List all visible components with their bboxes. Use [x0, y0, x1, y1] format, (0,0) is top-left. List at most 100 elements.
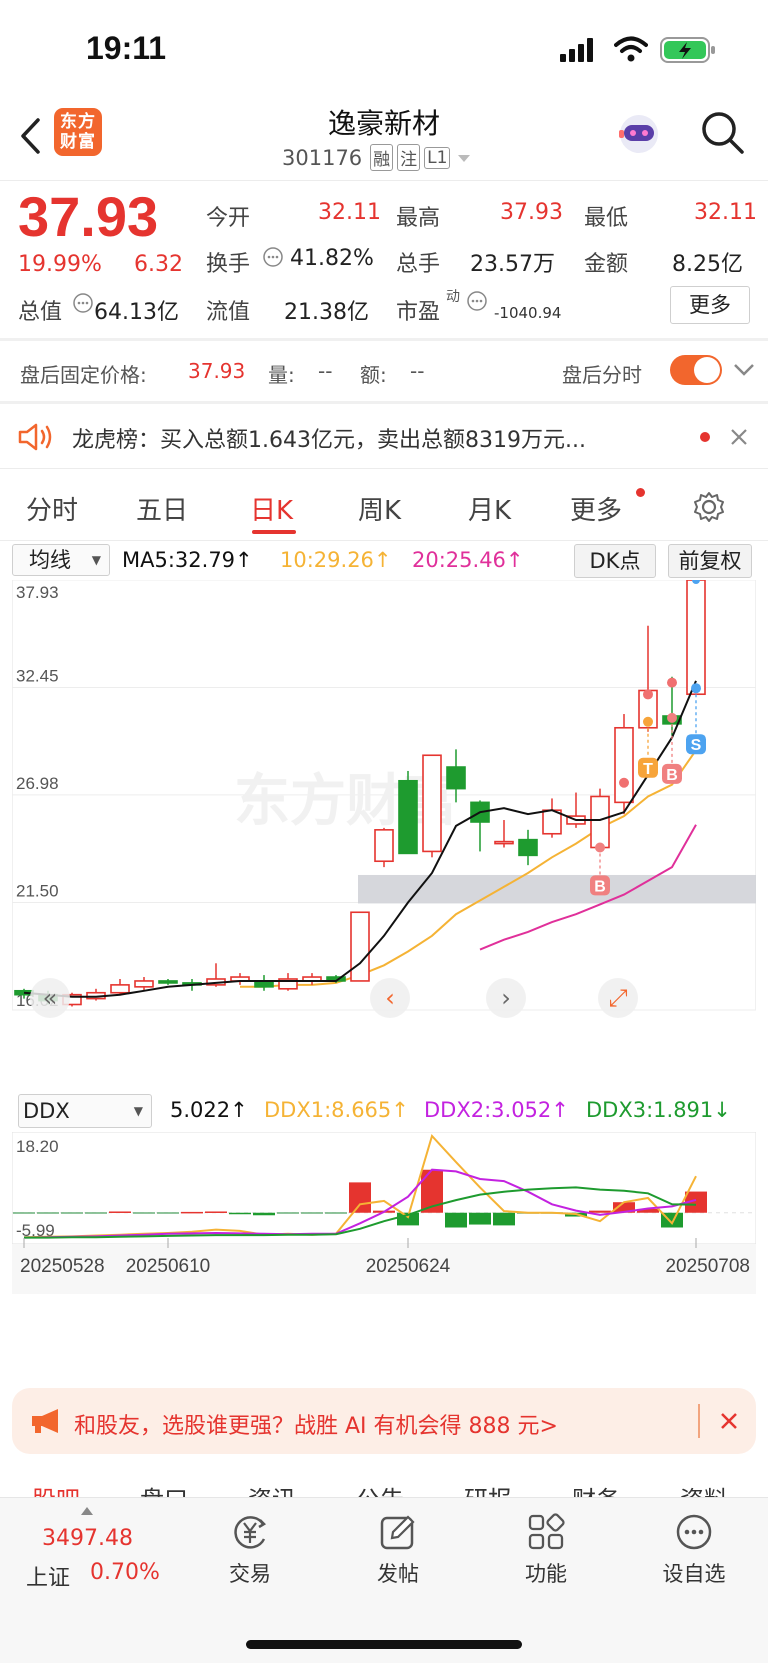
ddx-bar — [37, 1212, 59, 1214]
low-value: 32.11 — [694, 200, 757, 225]
after-hours-volume-label: 量: — [268, 363, 295, 387]
candle — [686, 580, 706, 696]
volume-label: 总手 — [396, 252, 441, 277]
candle-body — [686, 580, 706, 696]
signal-dot — [667, 712, 677, 723]
ddx-chart[interactable]: 18.20-5.9920250528 20250610 20250624 202507… — [12, 1132, 756, 1372]
mktcap-value: 64.13亿 — [94, 300, 179, 325]
ma5-label: MA5:32.79↑ — [122, 548, 253, 572]
nav-post[interactable]: 发帖 — [338, 1512, 458, 1588]
period-tabs: 分时 五日 日K 周K 月K 更多 — [0, 470, 768, 540]
home-indicator — [246, 1640, 522, 1649]
dk-point-button[interactable]: DK点 — [574, 544, 656, 578]
kline-chart[interactable]: 37.9332.4526.9821.5016.02东方财富BTBS«‹›⤢ — [12, 580, 756, 1090]
subtab-guba[interactable]: 股吧 — [32, 1480, 80, 1498]
stock-code-row[interactable]: 301176 融 注 L1 — [282, 144, 474, 171]
ddx-bar — [301, 1212, 323, 1214]
after-hours-row: 盘后固定价格: 37.93 量: -- 额: -- 盘后分时 — [0, 341, 768, 401]
signal-label: B — [666, 767, 678, 784]
wifi-icon — [614, 36, 648, 62]
ddx-bar — [589, 1210, 611, 1213]
subtab-announcements[interactable]: 公告 — [356, 1480, 404, 1498]
info-dots-icon[interactable] — [262, 246, 284, 268]
index-percent: 0.70% — [90, 1560, 160, 1585]
amount-label: 金额 — [584, 252, 629, 277]
candle-body — [494, 840, 514, 845]
after-hours-toggle[interactable] — [670, 355, 722, 385]
candle-body — [614, 726, 634, 804]
info-dots-icon[interactable] — [466, 290, 488, 312]
after-hours-label: 盘后固定价格: — [20, 363, 147, 387]
ddx-bar — [325, 1212, 347, 1214]
battery-charging-icon — [660, 37, 715, 63]
search-icon[interactable] — [700, 110, 746, 156]
low-label: 最低 — [584, 206, 629, 231]
tab-more[interactable]: 更多 — [570, 490, 622, 527]
adjust-button[interactable]: 前复权 — [668, 544, 752, 578]
notice-text: 龙虎榜：买入总额1.643亿元，卖出总额8319万元... — [72, 428, 586, 453]
tab-weekly-k[interactable]: 周K — [358, 490, 401, 527]
ddx-bar — [61, 1212, 83, 1214]
close-icon[interactable] — [720, 1412, 738, 1430]
active-tab-indicator — [252, 530, 296, 534]
candle-body — [398, 779, 418, 855]
last-price: 37.93 — [18, 185, 159, 248]
pe-dynamic-mark: 动 — [446, 289, 460, 305]
status-time: 19:11 — [86, 30, 167, 66]
subtab-orderbook[interactable]: 盘口 — [140, 1480, 188, 1498]
scroll-left-control[interactable]: ‹ — [370, 978, 410, 1018]
speaker-icon — [18, 423, 52, 451]
ddx-bar — [253, 1212, 275, 1216]
nav-trade[interactable]: 交易 — [190, 1512, 310, 1588]
index-widget[interactable]: 3497.48 上证 0.70% — [0, 1498, 176, 1608]
signal-dot — [619, 777, 629, 788]
ddx-legend-bar: DDX ▼ 5.022↑ DDX1:8.665↑ DDX2:3.052↑ DDX3… — [0, 1092, 768, 1132]
high-value: 37.93 — [500, 200, 563, 225]
tab-five-day[interactable]: 五日 — [136, 490, 188, 527]
expand-control[interactable]: ⤢ — [598, 978, 638, 1018]
subtab-finance[interactable]: 财务 — [572, 1480, 620, 1498]
stock-header: 东方财富 逸豪新材 301176 融 注 L1 — [0, 100, 768, 180]
chevron-down-icon[interactable] — [732, 361, 756, 379]
pe-value: -1040.94 — [494, 304, 562, 322]
promo-banner[interactable]: 和股友，选股谁更强？战胜 AI 有机会得 888 元> — [12, 1388, 756, 1454]
indicator-select[interactable]: 均线 ▼ — [12, 544, 110, 576]
candle — [398, 770, 418, 855]
ddx-value: 5.022↑ — [170, 1098, 248, 1122]
more-button[interactable]: 更多 — [670, 286, 750, 324]
nav-add-watchlist[interactable]: 设自选 — [634, 1512, 754, 1588]
dragon-tiger-notice[interactable]: 龙虎榜：买入总额1.643亿元，卖出总额8319万元... — [0, 404, 768, 468]
subtab-news[interactable]: 资讯 — [248, 1480, 296, 1498]
up-triangle-icon — [81, 1507, 93, 1515]
info-dots-icon[interactable] — [72, 292, 94, 314]
index-name: 上证 — [26, 1566, 71, 1591]
settings-gear-icon[interactable] — [692, 490, 726, 524]
tab-monthly-k[interactable]: 月K — [468, 490, 511, 527]
ddx-bar — [157, 1212, 179, 1214]
unread-dot — [636, 488, 645, 497]
subtab-profile[interactable]: 资料 — [680, 1480, 728, 1498]
y-tick-label: 37.93 — [16, 583, 59, 602]
turnover-value: 41.82% — [290, 246, 374, 271]
nav-functions[interactable]: 功能 — [486, 1512, 606, 1588]
x-tick-label: 20250708 — [665, 1256, 750, 1277]
tab-daily-k[interactable]: 日K — [250, 490, 293, 527]
signal-dot — [595, 842, 605, 853]
ddx-bar — [493, 1212, 515, 1226]
ddx-select[interactable]: DDX ▼ — [18, 1094, 152, 1128]
chart-frame — [12, 1132, 756, 1245]
candle-body — [590, 795, 610, 849]
scroll-right-control[interactable]: › — [486, 978, 526, 1018]
signal-label: T — [643, 761, 653, 778]
ddx2-value: DDX2:3.052↑ — [424, 1098, 569, 1122]
prev-page-control[interactable]: « — [30, 978, 70, 1018]
close-icon[interactable] — [730, 428, 748, 446]
signal-label: S — [691, 737, 702, 754]
ddx-bar — [469, 1212, 491, 1225]
subtab-research[interactable]: 研报 — [464, 1480, 512, 1498]
assistant-robot-icon[interactable] — [614, 110, 664, 156]
x-tick-label: 20250610 — [126, 1256, 211, 1277]
tab-intraday[interactable]: 分时 — [26, 490, 78, 527]
stock-code: 301176 — [282, 145, 363, 170]
ddx-bar — [13, 1212, 35, 1214]
